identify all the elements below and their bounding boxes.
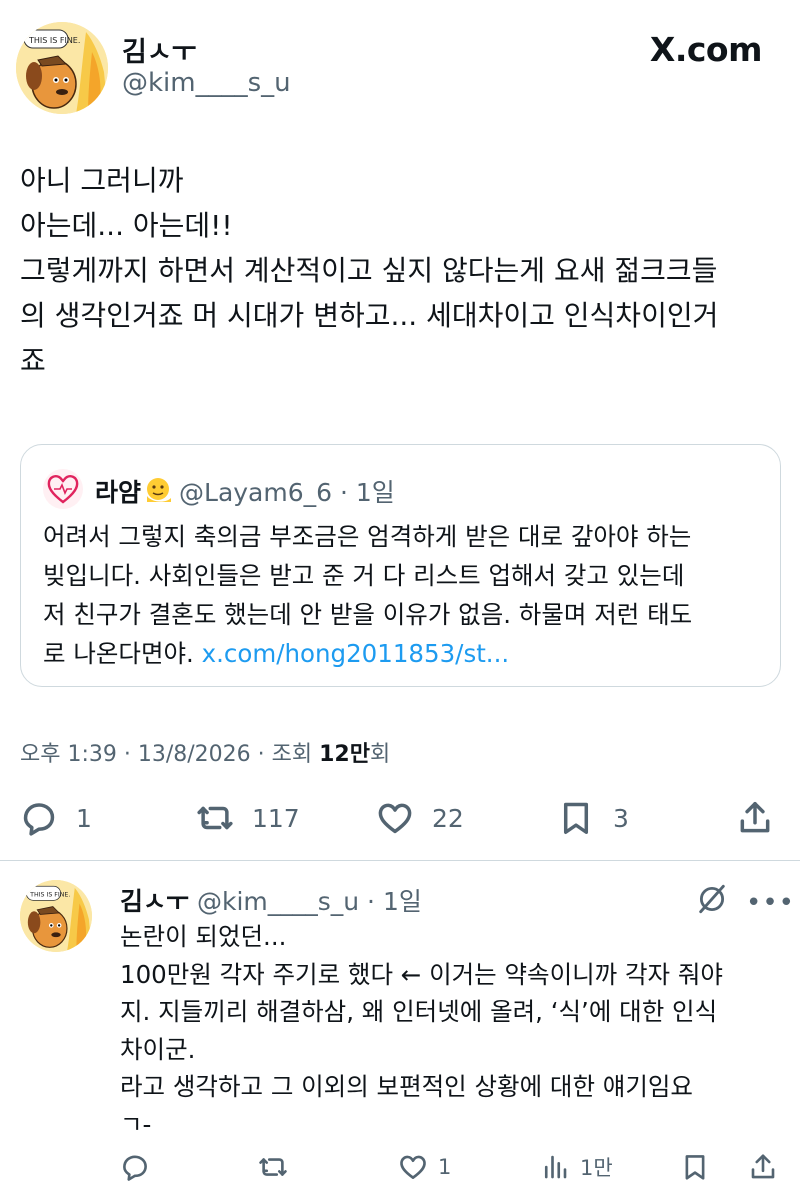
reply-line: 차이군. bbox=[120, 1034, 196, 1064]
share-icon bbox=[751, 1154, 775, 1179]
reply-line: 지. 지들끼리 해결하삼, 왜 인터넷에 올려, ‘식’에 대한 인식 bbox=[120, 997, 718, 1026]
reply-line: 100만원 각자 주기로 했다 ← 이거는 약속이니까 각자 줘야 bbox=[120, 959, 723, 989]
reply-views-button[interactable]: 1만 bbox=[540, 1152, 613, 1182]
reply-like-button[interactable]: 1 bbox=[398, 1152, 451, 1182]
reply-count: 1 bbox=[76, 803, 92, 833]
author-avatar[interactable]: THIS IS FINE. bbox=[16, 22, 108, 114]
retweet-icon bbox=[197, 806, 233, 830]
quoted-tweet-text: 어려서 그렇지 축의금 부조금은 엄격하게 받은 대로 갚아야 하는 빚입니다.… bbox=[43, 517, 773, 673]
view-count: 12만 bbox=[319, 742, 370, 767]
quoted-line: 어려서 그렇지 축의금 부조금은 엄격하게 받은 대로 갚아야 하는 bbox=[43, 522, 692, 551]
divider bbox=[0, 860, 800, 861]
retweet-icon bbox=[259, 1158, 287, 1176]
svg-text:THIS IS FINE.: THIS IS FINE. bbox=[29, 891, 70, 898]
quoted-line: 저 친구가 결혼도 했는데 안 받을 이유가 없음. 하물며 저런 태도 bbox=[43, 600, 693, 629]
reply-bookmark-button[interactable] bbox=[680, 1152, 710, 1182]
grok-icon[interactable] bbox=[695, 882, 729, 916]
tweet-timestamp: 오후 1:39 · 13/8/2026 · 조회 12만회 bbox=[20, 736, 390, 768]
tweet-line: 아는데... 아는데!! bbox=[20, 209, 233, 242]
reply-like-count: 1 bbox=[438, 1155, 452, 1179]
heart-icon bbox=[378, 803, 412, 834]
reply-reply-button[interactable] bbox=[120, 1152, 150, 1182]
reply-line: 논란이 되었던... bbox=[120, 922, 287, 951]
like-button[interactable]: 22 bbox=[376, 799, 464, 837]
heart-avatar-icon bbox=[47, 475, 79, 504]
quoted-tweet-link[interactable]: x.com/hong2011853/st... bbox=[202, 639, 510, 668]
reply-line: ㄱ- bbox=[120, 1109, 152, 1139]
quoted-author-name[interactable]: 라얌 bbox=[95, 478, 141, 507]
bookmark-icon bbox=[685, 1155, 705, 1180]
tweet-line: 죠 bbox=[20, 344, 46, 377]
reply-text: 논란이 되었던... 100만원 각자 주기로 했다 ← 이거는 약속이니까 각… bbox=[120, 918, 792, 1143]
reply-retweet-button[interactable] bbox=[258, 1152, 288, 1182]
reply-handle-and-time: @kim____s_u · 1일 bbox=[196, 887, 422, 916]
reply-line: 라고 생각하고 그 이외의 보편적인 상황에 대한 얘기임요 bbox=[120, 1072, 693, 1101]
analytics-icon bbox=[544, 1155, 567, 1179]
this-is-fine-dog-avatar-image: THIS IS FINE. bbox=[16, 22, 108, 114]
reply-icon bbox=[123, 1155, 147, 1181]
heart-icon bbox=[400, 1155, 426, 1179]
retweet-button[interactable]: 117 bbox=[196, 799, 300, 837]
quoted-handle-and-time: @Layam6_6 · 1일 bbox=[179, 478, 395, 507]
author-name[interactable]: 김ㅅㅜ bbox=[122, 30, 197, 69]
share-icon bbox=[740, 802, 770, 833]
retweet-count: 117 bbox=[252, 803, 300, 833]
tweet-line: 그렇게까지 하면서 계산적이고 싶지 않다는게 요새 젊크크들 bbox=[20, 254, 718, 287]
quoted-author-avatar[interactable] bbox=[43, 469, 83, 509]
reply-author-avatar[interactable]: THIS IS FINE. bbox=[20, 880, 92, 952]
bookmark-button[interactable]: 3 bbox=[557, 799, 629, 837]
reply-author-name[interactable]: 김ㅅㅜ bbox=[120, 887, 189, 916]
more-options-icon[interactable]: ••• bbox=[746, 888, 795, 918]
reply-share-button[interactable] bbox=[748, 1152, 778, 1182]
quoted-line-last: 로 나온다면야. x.com/hong2011853/st... bbox=[43, 634, 773, 673]
quoted-tweet-card[interactable]: 라얌 @Layam6_6 · 1일 어려서 그렇지 축의금 부조금은 엄격하게 받… bbox=[20, 444, 781, 687]
like-count: 22 bbox=[432, 803, 464, 833]
author-handle[interactable]: @kim____s_u bbox=[122, 68, 291, 98]
tweet-text: 아니 그러니까 아는데... 아는데!! 그렇게까지 하면서 계산적이고 싶지 … bbox=[20, 158, 790, 383]
quoted-tweet-header: 라얌 @Layam6_6 · 1일 bbox=[95, 473, 395, 509]
view-suffix: 회 bbox=[369, 742, 391, 767]
reply-view-count: 1만 bbox=[580, 1156, 613, 1180]
quoted-line-text: 로 나온다면야. bbox=[43, 639, 202, 668]
reply-icon bbox=[23, 803, 55, 836]
svg-text:THIS IS FINE.: THIS IS FINE. bbox=[28, 36, 80, 45]
bookmark-icon bbox=[563, 802, 589, 834]
x-com-logo: X.com bbox=[649, 30, 763, 69]
bookmark-count: 3 bbox=[613, 803, 629, 833]
this-is-fine-dog-avatar-image: THIS IS FINE. bbox=[20, 880, 92, 952]
reply-button[interactable]: 1 bbox=[20, 799, 92, 837]
melting-face-emoji-icon bbox=[143, 476, 173, 506]
timestamp-text[interactable]: 오후 1:39 · 13/8/2026 · 조회 bbox=[20, 742, 319, 767]
tweet-line: 의 생각인거죠 머 시대가 변하고... 세대차이고 인식차이인거 bbox=[20, 299, 719, 332]
share-button[interactable] bbox=[736, 799, 774, 837]
quoted-line: 빚입니다. 사회인들은 받고 준 거 다 리스트 업해서 갖고 있는데 bbox=[43, 561, 685, 590]
reply-header: 김ㅅㅜ @kim____s_u · 1일 bbox=[120, 882, 422, 918]
tweet-line: 아니 그러니까 bbox=[20, 164, 184, 197]
